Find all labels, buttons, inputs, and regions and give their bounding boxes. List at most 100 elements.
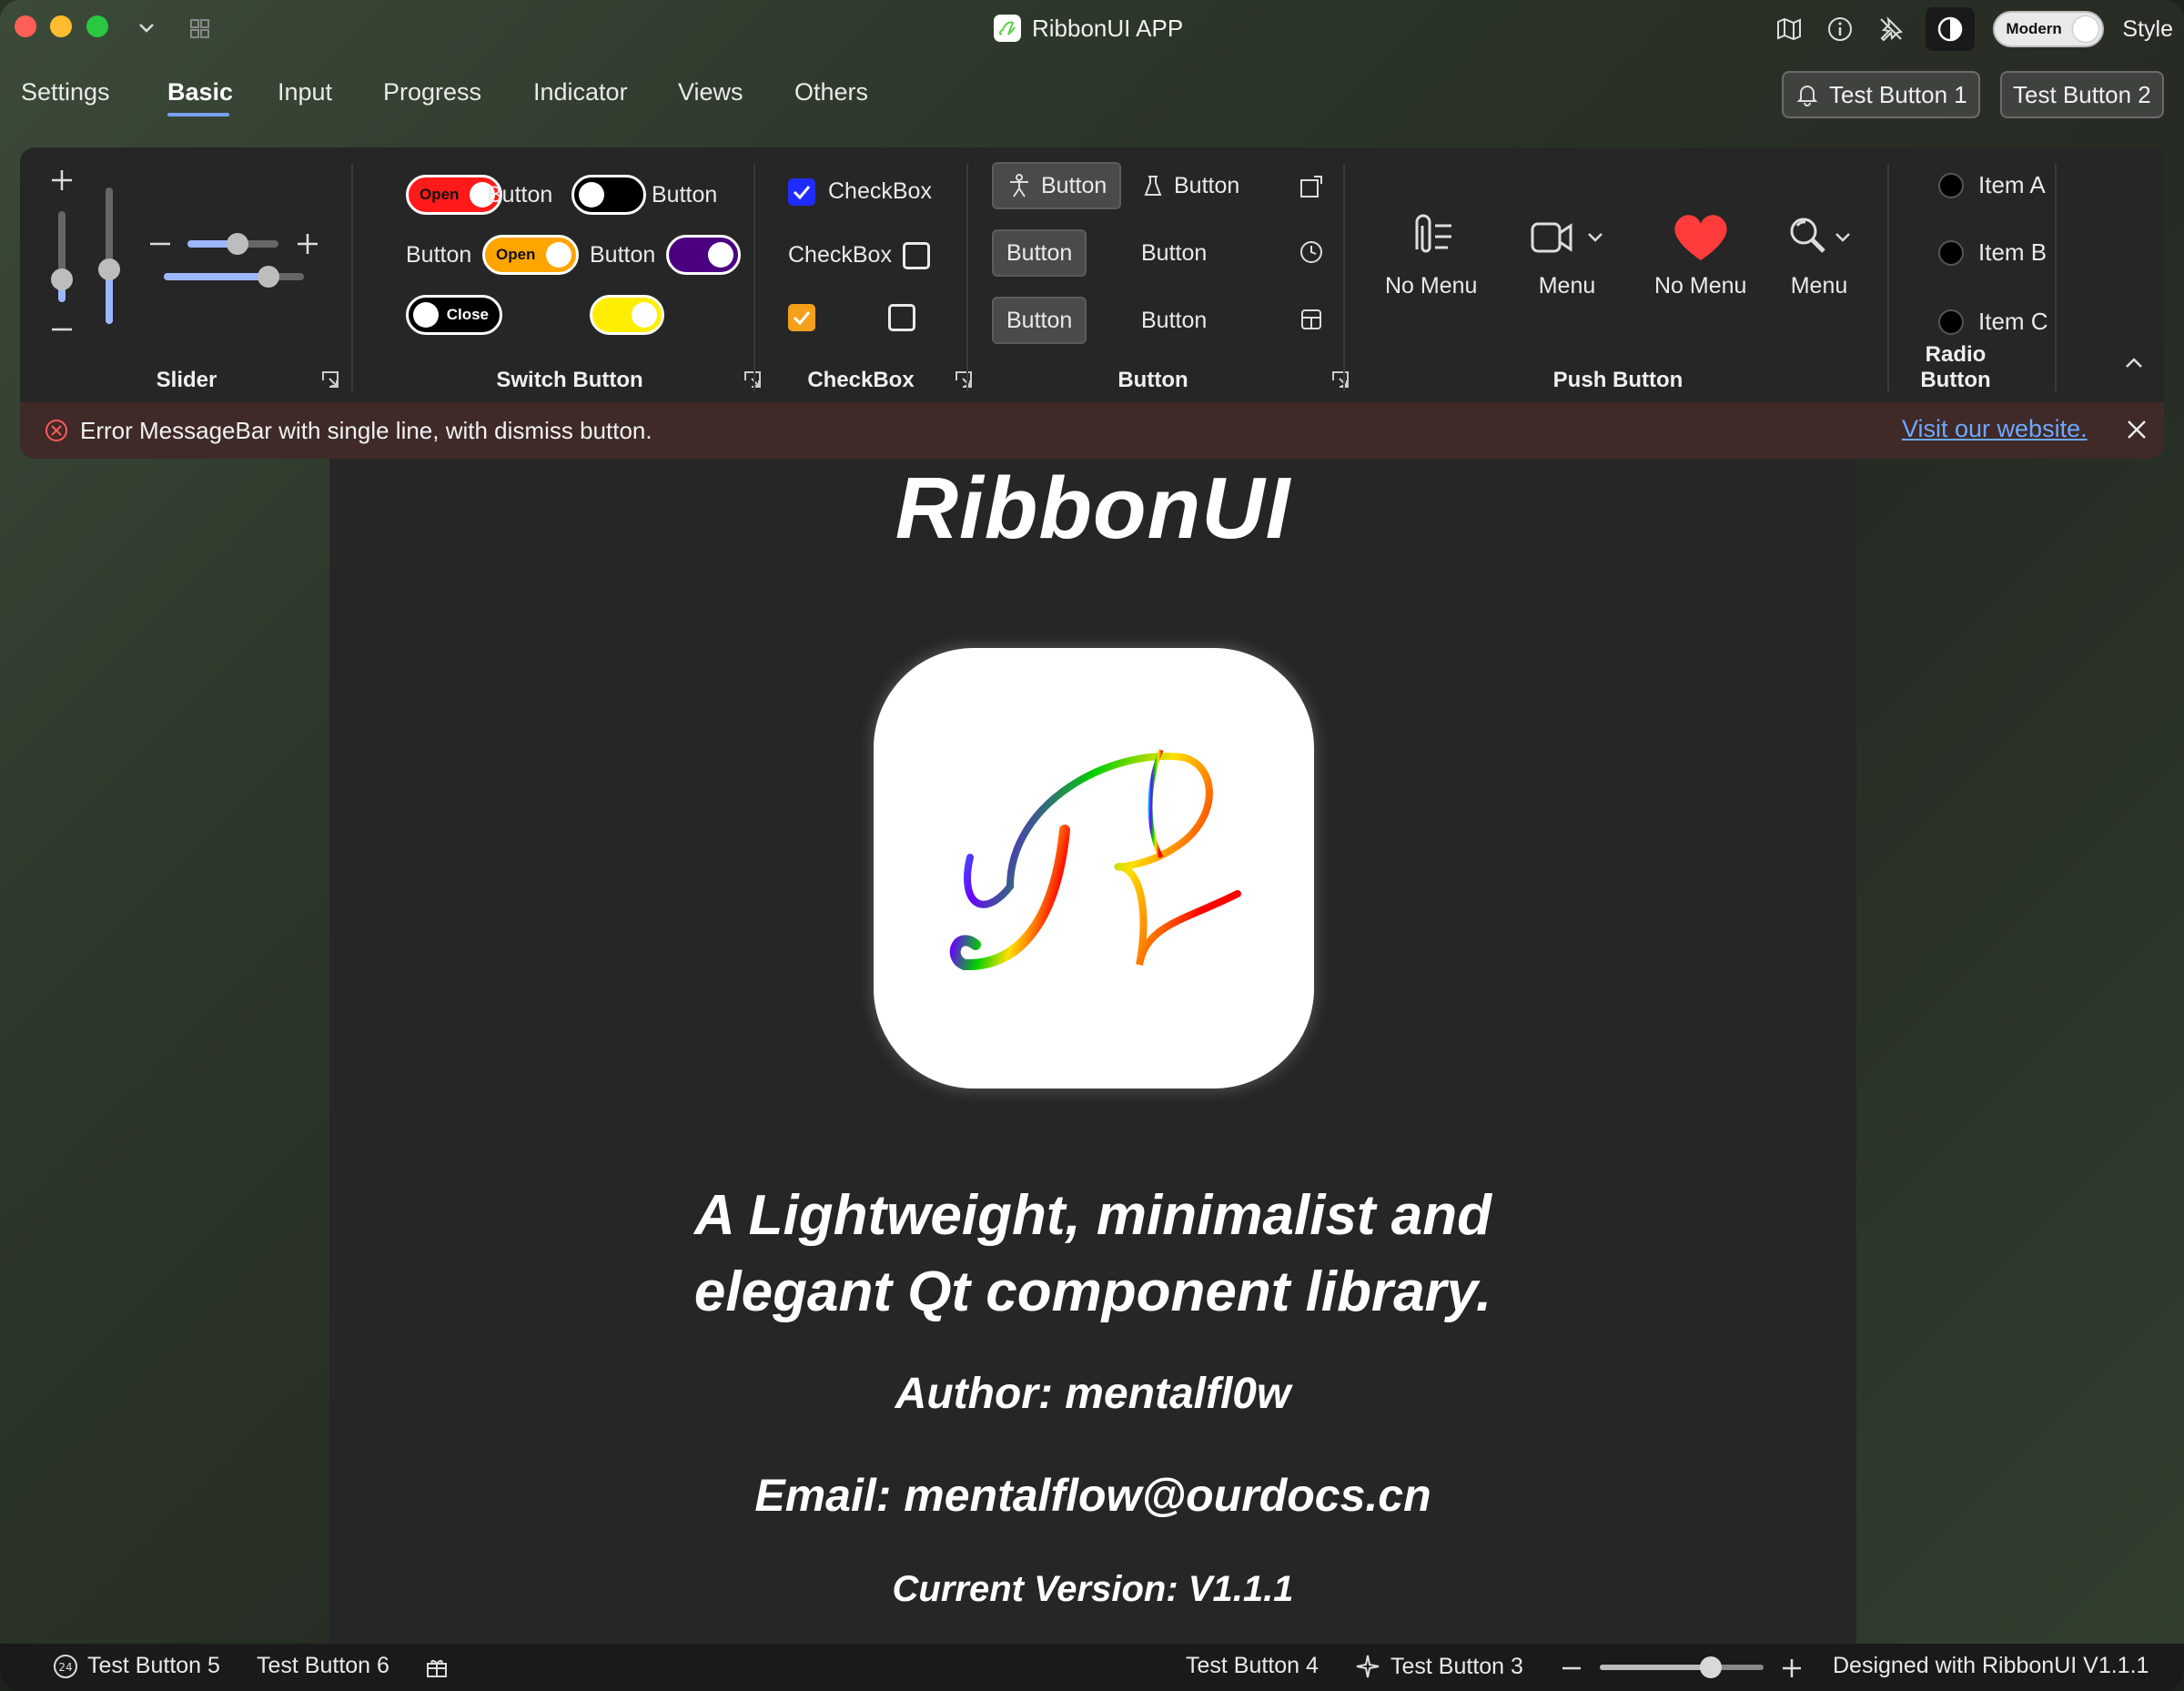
accessibility-icon: [1010, 174, 1028, 197]
test-button-3[interactable]: Test Button 3: [1354, 1653, 1523, 1680]
map-icon[interactable]: [1773, 13, 1805, 46]
tab-indicator[interactable]: Indicator: [533, 78, 628, 106]
plus-icon[interactable]: [295, 231, 320, 257]
tab-progress[interactable]: Progress: [383, 78, 481, 106]
button-label: Button: [1141, 239, 1208, 266]
button-plain[interactable]: Button: [1128, 297, 1219, 344]
test-button-2-label: Test Button 2: [2013, 80, 2151, 108]
style-toggle-label: Modern: [2006, 20, 2062, 37]
button-filled[interactable]: Button: [992, 297, 1087, 344]
zoom-slider[interactable]: [1600, 1656, 1764, 1678]
tab-basic[interactable]: Basic: [167, 78, 233, 106]
test-button-5-label: Test Button 5: [87, 1653, 220, 1678]
pin-off-icon[interactable]: [1875, 13, 1907, 46]
plus-icon[interactable]: [49, 167, 75, 193]
minus-icon[interactable]: [147, 231, 173, 257]
push-button-search-menu[interactable]: Menu: [1785, 208, 1853, 299]
vertical-slider-2-handle[interactable]: [98, 258, 120, 280]
switch-close-black[interactable]: Close: [406, 295, 502, 335]
switch-open-orange[interactable]: Open: [482, 235, 579, 275]
test-button-5[interactable]: 24 Test Button 5: [53, 1653, 220, 1679]
vertical-slider-1[interactable]: [51, 211, 73, 302]
switch-label: Button: [590, 242, 656, 268]
message-text: Error MessageBar with single line, with …: [80, 417, 652, 444]
slider-group: Slider: [20, 147, 351, 402]
checkbox-checked-orange[interactable]: [788, 304, 815, 331]
dark-mode-icon[interactable]: [1926, 7, 1976, 51]
close-window-button[interactable]: [15, 15, 36, 37]
zoom-in-icon[interactable]: [1780, 1656, 1804, 1680]
horizontal-slider-1-handle[interactable]: [227, 233, 248, 255]
error-icon: [46, 420, 67, 441]
checkbox-unchecked[interactable]: [903, 242, 930, 269]
radio-label: Item A: [1978, 171, 2046, 198]
layout-grid-icon[interactable]: [187, 16, 213, 42]
button-with-icon[interactable]: Button: [1128, 162, 1252, 209]
title-bar: RibbonUI APP Modern Style: [0, 0, 2184, 56]
test-button-1[interactable]: Test Button 1: [1782, 71, 1980, 118]
about-author: Author: mentalfl0w: [895, 1370, 1291, 1418]
chevron-down-icon[interactable]: [133, 15, 160, 42]
horizontal-slider-2-handle[interactable]: [258, 266, 279, 288]
info-icon[interactable]: [1824, 13, 1856, 46]
table-icon[interactable]: [1298, 306, 1325, 333]
button-plain[interactable]: Button: [1128, 229, 1219, 277]
active-tab-indicator: [167, 113, 229, 116]
button-label: Button: [1006, 239, 1073, 266]
clock-icon[interactable]: [1298, 238, 1325, 266]
gift-icon[interactable]: [424, 1655, 450, 1680]
tab-views[interactable]: Views: [678, 78, 743, 106]
radio-indicator: [1938, 172, 1964, 198]
test-button-2[interactable]: Test Button 2: [2000, 71, 2164, 118]
zoom-out-icon[interactable]: [1560, 1656, 1583, 1680]
style-toggle[interactable]: Modern: [1993, 11, 2105, 47]
tab-settings[interactable]: Settings: [21, 78, 110, 106]
horizontal-slider-1[interactable]: [187, 233, 278, 255]
slider-group-label: Slider: [156, 368, 217, 392]
push-button-group: No Menu Menu No Menu Menu Push Button: [1345, 147, 1891, 402]
switch-group-label: Switch Button: [496, 368, 643, 392]
button-label: Button: [1006, 307, 1073, 333]
horizontal-slider-2[interactable]: [164, 266, 304, 288]
radio-item-c[interactable]: Item C: [1938, 308, 2048, 336]
badge-24-icon: 24: [54, 1654, 77, 1678]
tab-input[interactable]: Input: [278, 78, 332, 106]
test-button-4[interactable]: Test Button 4: [1186, 1653, 1319, 1679]
about-panel: RibbonUI A Lightweight, minimalist and e…: [329, 459, 1856, 1644]
vertical-slider-1-handle[interactable]: [51, 268, 73, 290]
checkbox-checked-blue[interactable]: [788, 178, 815, 206]
test-button-6[interactable]: Test Button 6: [257, 1653, 389, 1679]
minimize-window-button[interactable]: [50, 15, 72, 37]
push-button-heart[interactable]: No Menu: [1654, 208, 1746, 299]
video-camera-icon: [1531, 222, 1572, 253]
rainbow-r-logo-icon: [949, 749, 1241, 971]
switch-on-purple[interactable]: [666, 235, 741, 275]
switch-on-yellow[interactable]: [590, 295, 664, 335]
collapse-ribbon-icon[interactable]: [2122, 351, 2146, 375]
tab-others[interactable]: Others: [794, 78, 868, 106]
heart-icon: [1674, 215, 1727, 260]
checkbox-unchecked[interactable]: [888, 304, 915, 331]
push-button-label: No Menu: [1654, 273, 1747, 299]
maximize-window-button[interactable]: [86, 15, 108, 37]
zoom-slider-handle[interactable]: [1700, 1656, 1722, 1678]
push-button-label: No Menu: [1385, 273, 1478, 299]
close-icon[interactable]: [2124, 417, 2149, 442]
horizontal-slider-2-fill: [164, 273, 268, 280]
switch-knob: [546, 242, 571, 268]
switch-knob: [708, 242, 733, 268]
push-button-video-menu[interactable]: Menu: [1529, 208, 1605, 299]
dialog-launcher-icon[interactable]: [320, 370, 340, 390]
push-button-attach[interactable]: No Menu: [1385, 208, 1477, 299]
button-label: Button: [1041, 172, 1107, 198]
bell-icon: [1796, 86, 1818, 106]
vertical-slider-2[interactable]: [98, 187, 120, 324]
radio-item-b[interactable]: Item B: [1938, 238, 2047, 267]
radio-item-a[interactable]: Item A: [1938, 171, 2046, 199]
window-new-icon[interactable]: [1298, 173, 1325, 200]
minus-icon[interactable]: [49, 317, 75, 342]
message-link[interactable]: Visit our website.: [1902, 415, 2088, 443]
button-with-icon[interactable]: Button: [992, 162, 1122, 209]
button-filled[interactable]: Button: [992, 229, 1087, 277]
switch-off-black[interactable]: [571, 175, 646, 215]
